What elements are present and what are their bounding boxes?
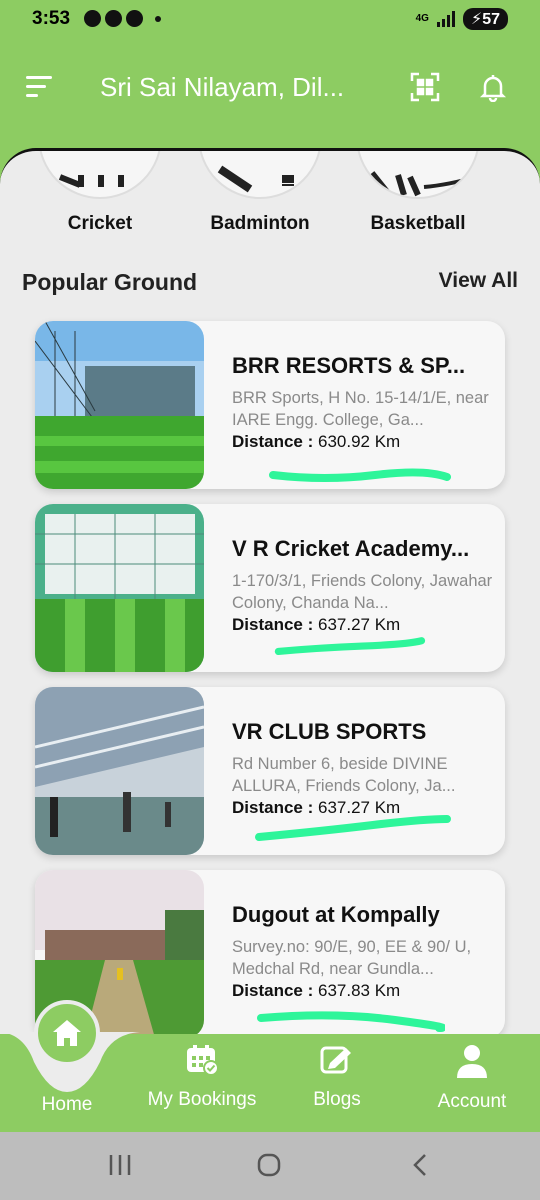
cricket-icon [38,151,162,199]
battery-indicator: ⚡57 [462,8,508,30]
status-bar: 3:53 4G ⚡57 [0,0,540,36]
calendar-icon [187,1045,219,1076]
nav-my-bookings[interactable]: My Bookings [137,1044,267,1111]
category-label: Badminton [210,213,310,234]
nav-account[interactable]: Account [407,1044,537,1113]
ground-name: V R Cricket Academy... [232,536,470,561]
ground-address: 1-170/3/1, Friends Colony, Jawahar Colon… [232,572,493,612]
messenger-icon [126,10,143,27]
ground-image [35,504,204,672]
network-type: 4G [415,13,429,24]
distance-label: Distance : [232,432,314,451]
highlight-scribble [269,468,451,482]
more-notifications-icon [155,15,161,22]
home-circle-icon[interactable] [256,1152,282,1183]
category-cricket[interactable]: Cricket [30,151,170,235]
home-button[interactable] [34,1000,100,1066]
ground-address: BRR Sports, H No. 15-14/1/E, near IARE E… [232,389,489,429]
signal-icon [436,11,455,27]
ground-address: Rd Number 6, beside DIVINE ALLURA, Frien… [232,755,456,795]
highlight-scribble [274,637,426,656]
status-time: 3:53 [32,8,71,29]
ground-distance: Distance : 637.27 Km [232,798,494,818]
notification-icons [84,10,161,27]
qr-scan-icon[interactable] [410,72,440,102]
home-icon [53,1020,81,1046]
category-row: Cricket Badminton Basketball [0,151,540,251]
category-badminton[interactable]: Badminton [190,151,330,235]
distance-value: 637.27 Km [317,615,401,634]
nav-label: My Bookings [147,1089,257,1110]
ground-card[interactable]: VR CLUB SPORTS Rd Number 6, beside DIVIN… [35,687,505,855]
nav-label: Blogs [313,1089,361,1110]
ground-address: Survey.no: 90/E, 90, EE & 90/ U, Medchal… [232,938,472,978]
ground-name: BRR RESORTS & SP... [232,353,466,378]
ground-info: Dugout at Kompally Survey.no: 90/E, 90, … [232,902,494,1001]
highlight-scribble [257,1011,445,1032]
ground-info: VR CLUB SPORTS Rd Number 6, beside DIVIN… [232,719,494,818]
recent-apps-icon[interactable] [108,1152,132,1183]
menu-icon[interactable] [26,76,54,98]
basketball-icon [356,151,480,199]
ground-image [35,321,204,489]
ground-distance: Distance : 637.27 Km [232,615,494,635]
ground-name: Dugout at Kompally [232,902,440,927]
section-title: Popular Ground [22,269,198,295]
ground-list: BRR RESORTS & SP... BRR Sports, H No. 15… [35,321,505,1038]
app-notification-icon [105,10,122,27]
distance-value: 637.83 Km [317,981,401,1000]
main-content: Cricket Badminton Basketball Popular Gro… [0,148,540,1038]
status-right: 4G ⚡57 [416,8,508,30]
messenger-icon [84,10,101,27]
distance-label: Distance : [232,798,314,817]
category-label: Basketball [370,213,466,234]
distance-value: 630.92 Km [317,432,401,451]
view-all-link[interactable]: View All [439,269,518,293]
ground-distance: Distance : 630.92 Km [232,432,494,452]
badminton-icon [198,151,322,199]
ground-distance: Distance : 637.83 Km [232,981,494,1001]
ground-info: V R Cricket Academy... 1-170/3/1, Friend… [232,536,494,635]
ground-name: VR CLUB SPORTS [232,719,427,744]
nav-blogs[interactable]: Blogs [272,1044,402,1111]
battery-level: 57 [482,11,500,28]
distance-label: Distance : [232,981,314,1000]
bell-icon[interactable] [478,72,508,103]
ground-card[interactable]: V R Cricket Academy... 1-170/3/1, Friend… [35,504,505,672]
back-icon[interactable] [410,1152,430,1183]
ground-card[interactable]: Dugout at Kompally Survey.no: 90/E, 90, … [35,870,505,1038]
ground-info: BRR RESORTS & SP... BRR Sports, H No. 15… [232,353,494,452]
bottom-nav: Home My Bookings Blogs Account [0,1000,540,1132]
location-title[interactable]: Sri Sai Nilayam, Dil... [100,72,370,103]
person-icon [457,1045,487,1078]
category-label: Cricket [67,213,133,234]
ground-card[interactable]: BRR RESORTS & SP... BRR Sports, H No. 15… [35,321,505,489]
system-nav-bar [0,1132,540,1200]
distance-value: 637.27 Km [317,798,401,817]
category-basketball[interactable]: Basketball [348,151,488,235]
distance-label: Distance : [232,615,314,634]
nav-home-label[interactable]: Home [0,1094,134,1116]
nav-label: Account [437,1091,507,1112]
ground-image [35,687,204,855]
app-header: Sri Sai Nilayam, Dil... [0,36,540,146]
edit-note-icon [320,1046,351,1074]
